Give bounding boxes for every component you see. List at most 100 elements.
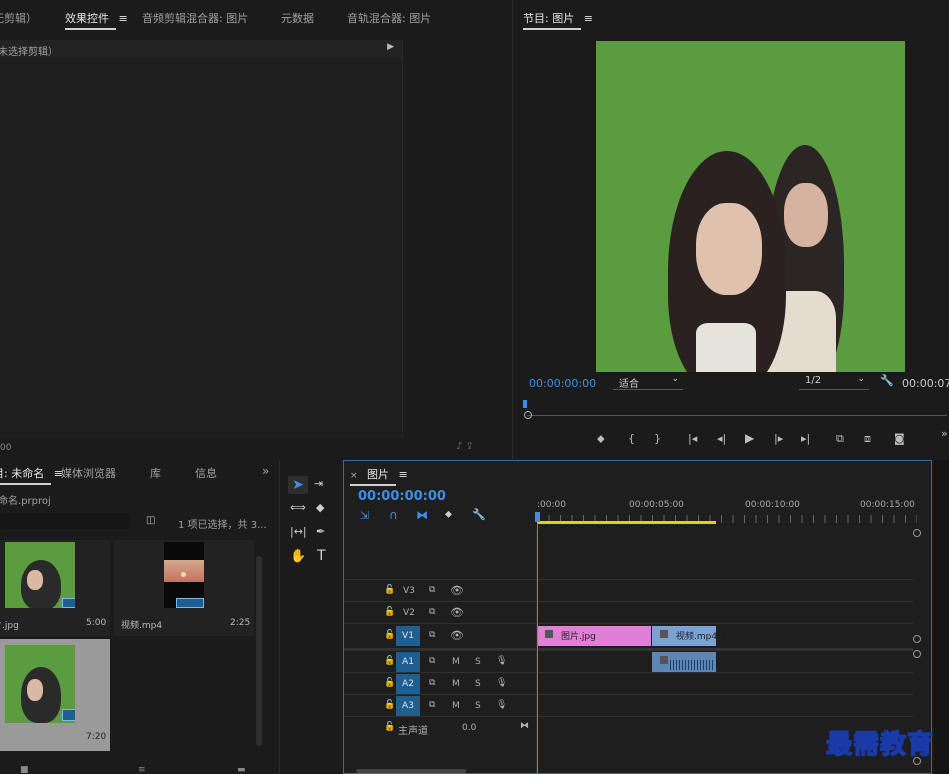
vertical-zoom-handle[interactable] bbox=[913, 650, 921, 658]
eye-icon[interactable]: 👁 bbox=[450, 629, 464, 642]
settings-wrench-icon[interactable]: 🔧 bbox=[880, 374, 894, 387]
solo-button[interactable]: S bbox=[475, 701, 481, 711]
master-volume[interactable]: 0.0 bbox=[462, 723, 476, 733]
vertical-zoom-handle[interactable] bbox=[913, 635, 921, 643]
microphone-icon[interactable]: 🎙 bbox=[496, 700, 507, 710]
project-item[interactable]: 视频.mp4 2:25 bbox=[114, 540, 254, 636]
horizontal-scrollbar[interactable] bbox=[356, 769, 466, 773]
eye-icon[interactable]: 👁 bbox=[450, 584, 464, 597]
mute-button[interactable]: M bbox=[452, 657, 460, 667]
project-scrollbar[interactable] bbox=[256, 556, 262, 746]
expand-arrow-icon[interactable]: ▶ bbox=[387, 42, 394, 52]
play-icon[interactable]: ▶ bbox=[745, 432, 754, 444]
tab-media-browser[interactable]: 媒体浏览器 bbox=[61, 465, 116, 481]
program-scrub-bar[interactable] bbox=[523, 398, 949, 419]
lift-icon[interactable]: ⧉ bbox=[836, 433, 844, 445]
lock-icon[interactable]: 🔓 bbox=[384, 585, 395, 595]
program-current-time[interactable]: 00:00:00:00 bbox=[529, 377, 596, 390]
sync-lock-icon[interactable]: ⧉ bbox=[429, 585, 435, 595]
tab-project[interactable]: 项目: 未命名 ≡ bbox=[0, 465, 63, 485]
fit-dropdown[interactable]: 适合 ⌄ bbox=[613, 374, 683, 390]
zoom-slider-icon[interactable]: ≡ bbox=[138, 765, 146, 774]
project-item[interactable]: 图片.jpg 5:00 bbox=[0, 540, 110, 636]
mute-button[interactable]: M bbox=[452, 701, 460, 711]
track-select-tool-icon[interactable]: ⇥ bbox=[314, 477, 323, 490]
lock-icon[interactable]: 🔓 bbox=[384, 630, 395, 640]
project-item-selected[interactable]: 7:20 bbox=[0, 639, 110, 751]
tab-metadata[interactable]: 元数据 bbox=[281, 10, 314, 26]
track-target-a1[interactable]: A1 bbox=[396, 652, 420, 672]
timeline-timecode[interactable]: 00:00:00:00 bbox=[358, 489, 446, 504]
add-marker-icon[interactable]: ⬥ bbox=[445, 509, 452, 520]
slip-tool-icon[interactable]: |↔| bbox=[290, 525, 307, 538]
ripple-edit-tool-icon[interactable]: ⟺ bbox=[290, 501, 306, 514]
type-tool-icon[interactable]: T bbox=[317, 548, 326, 564]
menu-icon[interactable]: ≡ bbox=[399, 468, 408, 481]
solo-button[interactable]: S bbox=[475, 657, 481, 667]
program-title[interactable]: 节目: 图片 ≡ bbox=[523, 10, 593, 30]
lock-icon[interactable]: 🔓 bbox=[384, 678, 395, 688]
playhead-marker[interactable] bbox=[523, 400, 527, 408]
new-item-icon[interactable]: ▬ bbox=[237, 765, 246, 774]
clip-video[interactable]: 视频.mp4 [V] bbox=[652, 626, 733, 646]
extract-icon[interactable]: ⧈ bbox=[864, 433, 871, 445]
clip-image[interactable]: 图片.jpg bbox=[537, 626, 651, 646]
tab-info[interactable]: 信息 bbox=[195, 465, 217, 481]
selection-tool-icon[interactable]: ➤ bbox=[288, 476, 308, 494]
new-bin-icon[interactable]: ◫ bbox=[146, 515, 155, 526]
lock-icon[interactable]: 🔓 bbox=[384, 700, 395, 710]
sync-lock-icon[interactable]: ⧉ bbox=[429, 607, 435, 617]
more-controls-icon[interactable]: » bbox=[941, 428, 948, 440]
add-marker-icon[interactable]: ⬥ bbox=[597, 433, 605, 445]
go-to-in-icon[interactable]: |◂ bbox=[688, 433, 697, 445]
lock-icon[interactable]: 🔓 bbox=[384, 607, 395, 617]
eye-icon[interactable]: 👁 bbox=[450, 606, 464, 619]
tab-library[interactable]: 库 bbox=[150, 465, 161, 481]
tab-effect-controls[interactable]: 效果控件 ≡ bbox=[65, 10, 128, 30]
search-input[interactable] bbox=[0, 513, 130, 529]
track-target-a2[interactable]: A2 bbox=[396, 674, 420, 694]
razor-tool-icon[interactable]: ◆ bbox=[316, 501, 324, 514]
scrub-handle[interactable] bbox=[524, 411, 532, 419]
panel-overflow-icon[interactable]: » bbox=[262, 464, 269, 478]
lock-icon[interactable]: 🔓 bbox=[384, 656, 395, 666]
mark-in-icon[interactable]: { bbox=[628, 433, 635, 445]
vertical-zoom-handle[interactable] bbox=[913, 529, 921, 537]
mark-out-icon[interactable]: } bbox=[654, 433, 661, 445]
pen-tool-icon[interactable]: ✒ bbox=[316, 525, 325, 538]
mute-button[interactable]: M bbox=[452, 679, 460, 689]
audio-export-icons[interactable]: ♪ ⇪ bbox=[456, 441, 474, 452]
export-frame-icon[interactable]: ◙ bbox=[894, 433, 905, 445]
tab-audio-clip-mixer[interactable]: 音频剪辑混合器: 图片 bbox=[142, 10, 248, 26]
menu-icon[interactable]: ≡ bbox=[584, 12, 593, 25]
microphone-icon[interactable]: 🎙 bbox=[496, 678, 507, 688]
track-target-a3[interactable]: A3 bbox=[396, 696, 420, 716]
step-forward-icon[interactable]: |▸ bbox=[774, 433, 783, 445]
hand-tool-icon[interactable]: ✋ bbox=[290, 549, 306, 564]
solo-button[interactable]: S bbox=[475, 679, 481, 689]
tab-no-clip[interactable]: （无剪辑） bbox=[0, 10, 37, 26]
microphone-icon[interactable]: 🎙 bbox=[496, 656, 507, 666]
snap-magnet-icon[interactable]: ∩ bbox=[389, 508, 398, 522]
time-ruler[interactable]: :00:00 00:00:05:00 00:00:10:00 00:00:15:… bbox=[535, 497, 917, 527]
track-target-v1[interactable]: V1 bbox=[396, 626, 420, 646]
clip-audio[interactable] bbox=[652, 652, 716, 672]
resolution-dropdown[interactable]: 1/2 ⌄ bbox=[799, 374, 869, 390]
step-back-icon[interactable]: ◂| bbox=[717, 433, 726, 445]
sync-lock-icon[interactable]: ⧉ bbox=[429, 678, 435, 688]
lock-icon[interactable]: 🔓 bbox=[384, 722, 395, 732]
linked-selection-icon[interactable]: ⧓ bbox=[416, 508, 428, 522]
timeline-tab[interactable]: × 图片 ≡ bbox=[350, 466, 408, 486]
go-to-out-icon[interactable]: ▸| bbox=[801, 433, 810, 445]
sync-lock-icon[interactable]: ⧉ bbox=[429, 700, 435, 710]
menu-icon[interactable]: ≡ bbox=[119, 12, 128, 25]
go-to-end-icon[interactable]: ⧓ bbox=[520, 721, 529, 731]
work-area-bar[interactable] bbox=[537, 521, 716, 524]
sync-lock-icon[interactable]: ⧉ bbox=[429, 630, 435, 640]
timeline-playhead-handle[interactable] bbox=[535, 512, 540, 522]
nest-icon[interactable]: ⇲ bbox=[360, 509, 369, 522]
close-icon[interactable]: × bbox=[350, 471, 358, 481]
list-view-icon[interactable]: ■ bbox=[20, 765, 29, 774]
timeline-settings-icon[interactable]: 🔧 bbox=[472, 508, 486, 521]
tab-audio-track-mixer[interactable]: 音轨混合器: 图片 bbox=[347, 10, 431, 26]
